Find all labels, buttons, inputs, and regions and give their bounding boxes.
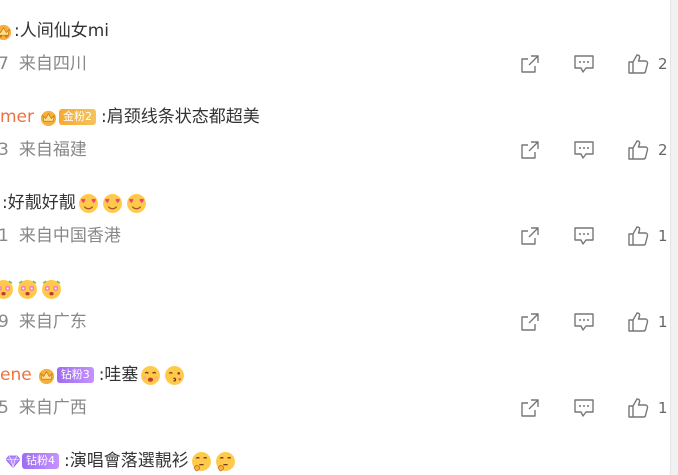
comment-actions: 1 xyxy=(519,310,668,334)
comment-icon[interactable] xyxy=(573,311,595,333)
comment-meta: 7 来自四川 xyxy=(0,52,87,76)
comment-line: 钻粉4 :演唱會落選靚衫 xyxy=(0,449,239,473)
like-count: 1 xyxy=(658,313,668,331)
comment-text: :人间仙女mi xyxy=(14,21,110,41)
comment-icon[interactable] xyxy=(573,397,595,419)
thinking-emoji-icon xyxy=(191,451,211,471)
scrollbar[interactable] xyxy=(670,0,678,475)
share-icon[interactable] xyxy=(519,225,541,247)
comment-line: :好靓好靓 xyxy=(0,191,150,215)
comment-item: 钻粉4 :演唱會落選靚衫 xyxy=(0,449,668,475)
emoji-group xyxy=(78,193,150,214)
like-button[interactable]: 1 xyxy=(627,225,668,247)
comment-username[interactable]: ene xyxy=(0,363,32,387)
fan-badge: 金粉2 xyxy=(59,109,97,125)
comment-username[interactable]: mer xyxy=(0,105,34,129)
comment-line xyxy=(0,277,65,301)
comment-meta: 9 来自广东 xyxy=(0,310,87,334)
comment-location: 来自广西 xyxy=(18,398,87,418)
fan-badge: 钻粉3 xyxy=(56,367,94,383)
flower-face-emoji-icon xyxy=(42,279,61,299)
comment-text: :演唱會落選靚衫 xyxy=(64,451,189,471)
emoji-group xyxy=(0,279,65,300)
fan-badge-group: 钻粉3 xyxy=(37,366,99,385)
comment-time: 5 xyxy=(0,398,9,418)
comment-icon[interactable] xyxy=(573,139,595,161)
diamond-icon xyxy=(6,455,20,468)
thinking-emoji-icon xyxy=(215,451,235,471)
comment-text: :好靓好靓 xyxy=(2,193,76,213)
comment-item: ene 钻粉3 :哇塞 5 来自广西 1 xyxy=(0,363,668,449)
thumbs-up-icon xyxy=(627,225,649,247)
comment-text: :肩颈线条状态都超美 xyxy=(101,107,260,127)
comment-icon[interactable] xyxy=(573,53,595,75)
comment-actions: 1 xyxy=(519,224,668,248)
comment-actions: 2 xyxy=(519,52,668,76)
comment-actions: 2 xyxy=(519,138,668,162)
emoji-group xyxy=(140,365,188,386)
crown-icon xyxy=(40,110,57,126)
comment-text: :哇塞 xyxy=(98,365,139,385)
fan-badge-group: 金粉2 xyxy=(39,108,101,127)
comment-icon[interactable] xyxy=(573,225,595,247)
share-icon[interactable] xyxy=(519,53,541,75)
share-icon[interactable] xyxy=(519,397,541,419)
comment-time: 1 xyxy=(0,226,9,246)
emoji-group xyxy=(191,451,239,472)
kiss-emoji-icon xyxy=(165,365,185,385)
comment-meta: 1 来自中国香港 xyxy=(0,224,121,248)
thumbs-up-icon xyxy=(627,53,649,75)
comment-item: mer 金粉2 :肩颈线条状态都超美 3 来自福建 2 xyxy=(0,105,668,191)
heart-eyes-emoji-icon xyxy=(78,193,98,213)
flower-face-emoji-icon xyxy=(0,279,13,299)
like-count: 2 xyxy=(658,55,668,73)
comment-actions: 1 xyxy=(519,396,668,420)
comment-location: 来自福建 xyxy=(18,140,87,160)
comment-item: :人间仙女mi 7 来自四川 2 xyxy=(0,19,668,105)
comment-line: mer 金粉2 :肩颈线条状态都超美 xyxy=(0,105,260,129)
comment-meta: 3 来自福建 xyxy=(0,138,87,162)
crown-icon xyxy=(0,24,12,40)
share-icon[interactable] xyxy=(519,311,541,333)
like-count: 2 xyxy=(658,141,668,159)
comment-line: ene 钻粉3 :哇塞 xyxy=(0,363,188,387)
thumbs-up-icon xyxy=(627,397,649,419)
comment-location: 来自中国香港 xyxy=(18,226,121,246)
comment-item: 9 来自广东 1 xyxy=(0,277,668,363)
fan-badge: 钻粉4 xyxy=(22,453,59,469)
comment-time: 9 xyxy=(0,312,9,332)
comment-location: 来自广东 xyxy=(18,312,87,332)
comment-item: :好靓好靓 1 来自中国香港 1 xyxy=(0,191,668,277)
thumbs-up-icon xyxy=(627,139,649,161)
thumbs-up-icon xyxy=(627,311,649,333)
like-button[interactable]: 1 xyxy=(627,397,668,419)
sweat-smile-emoji-icon xyxy=(141,365,161,385)
heart-eyes-emoji-icon xyxy=(102,193,122,213)
comment-time: 7 xyxy=(0,54,9,74)
comment-location: 来自四川 xyxy=(18,54,87,74)
fan-badge-group: 钻粉4 xyxy=(6,453,64,469)
crown-icon xyxy=(38,368,54,384)
heart-eyes-emoji-icon xyxy=(126,193,146,213)
flower-face-emoji-icon xyxy=(18,279,37,299)
comment-line: :人间仙女mi xyxy=(0,19,109,43)
comment-meta: 5 来自广西 xyxy=(0,396,87,420)
like-button[interactable]: 1 xyxy=(627,311,668,333)
like-count: 1 xyxy=(658,227,668,245)
like-count: 1 xyxy=(658,399,668,417)
like-button[interactable]: 2 xyxy=(627,139,668,161)
share-icon[interactable] xyxy=(519,139,541,161)
like-button[interactable]: 2 xyxy=(627,53,668,75)
comment-time: 3 xyxy=(0,140,9,160)
